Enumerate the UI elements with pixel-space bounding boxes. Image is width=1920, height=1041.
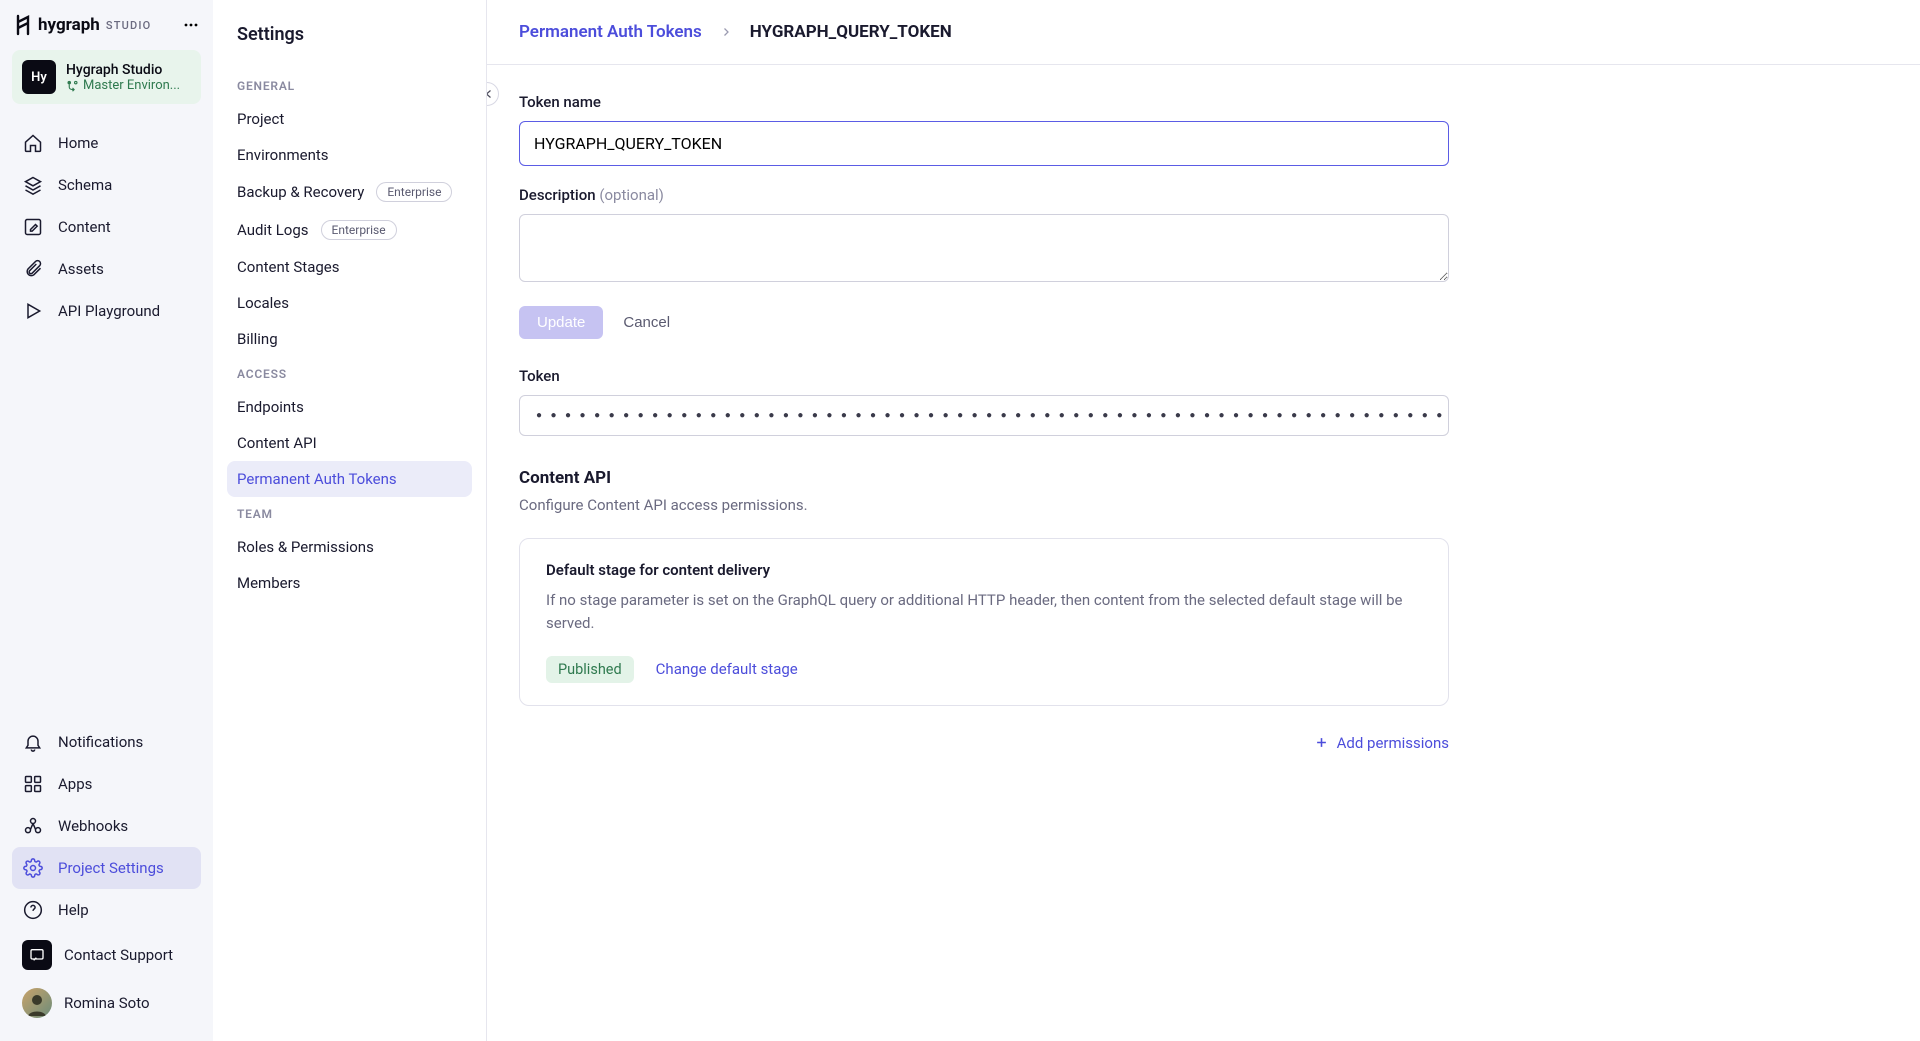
primary-nav: Home Schema Content Assets API Playgroun… (0, 122, 213, 332)
webhook-icon (22, 816, 44, 836)
description-label: Description (optional) (519, 186, 1888, 204)
token-label: Token (519, 367, 1888, 385)
enterprise-pill: Enterprise (376, 182, 452, 202)
setting-content-stages[interactable]: Content Stages (227, 249, 472, 285)
cancel-button[interactable]: Cancel (623, 306, 670, 339)
user-menu[interactable]: Romina Soto (12, 979, 201, 1027)
breadcrumb-parent[interactable]: Permanent Auth Tokens (519, 22, 702, 42)
logo[interactable]: hygraph STUDIO (14, 14, 151, 36)
nav-label: Content (58, 218, 111, 236)
project-name: Hygraph Studio (66, 62, 191, 78)
bell-icon (22, 732, 44, 752)
breadcrumb-current: HYGRAPH_QUERY_TOKEN (750, 22, 952, 42)
chat-icon (22, 940, 52, 970)
project-selector[interactable]: Hy Hygraph Studio Master Environ... (12, 50, 201, 104)
dots-horizontal-icon (183, 17, 199, 33)
project-environment: Master Environ... (66, 78, 191, 93)
setting-environments[interactable]: Environments (227, 137, 472, 173)
nav-label: Notifications (58, 733, 143, 751)
nav-home[interactable]: Home (12, 122, 201, 164)
nav-label: Apps (58, 775, 92, 793)
group-access-label: ACCESS (227, 357, 472, 389)
card-title: Default stage for content delivery (546, 561, 1422, 579)
nav-help[interactable]: Help (12, 889, 201, 931)
setting-billing[interactable]: Billing (227, 321, 472, 357)
token-value[interactable]: ● ● ● ● ● ● ● ● ● ● ● ● ● ● ● ● ● ● ● ● … (519, 395, 1449, 436)
nav-label: Webhooks (58, 817, 128, 835)
secondary-nav: Notifications Apps Webhooks Project Sett… (0, 721, 213, 1027)
paperclip-icon (22, 259, 44, 279)
help-circle-icon (22, 900, 44, 920)
description-input[interactable] (519, 214, 1449, 282)
nav-notifications[interactable]: Notifications (12, 721, 201, 763)
setting-audit-logs[interactable]: Audit LogsEnterprise (227, 211, 472, 249)
settings-title: Settings (227, 20, 472, 69)
main-content: Permanent Auth Tokens HYGRAPH_QUERY_TOKE… (487, 0, 1920, 1041)
user-name: Romina Soto (64, 994, 150, 1012)
gear-icon (22, 858, 44, 878)
settings-sidebar: Settings GENERAL Project Environments Ba… (213, 0, 487, 1041)
edit-icon (22, 217, 44, 237)
nav-apps[interactable]: Apps (12, 763, 201, 805)
chevron-right-icon (720, 26, 732, 38)
project-avatar: Hy (22, 60, 56, 94)
more-menu-button[interactable] (183, 17, 199, 33)
setting-permanent-auth-tokens[interactable]: Permanent Auth Tokens (227, 461, 472, 497)
home-icon (22, 133, 44, 153)
enterprise-pill: Enterprise (321, 220, 397, 240)
layers-icon (22, 175, 44, 195)
setting-project[interactable]: Project (227, 101, 472, 137)
stage-badge: Published (546, 656, 634, 683)
content-api-desc: Configure Content API access permissions… (519, 496, 1888, 514)
token-name-label: Token name (519, 93, 1888, 111)
setting-locales[interactable]: Locales (227, 285, 472, 321)
branch-icon (66, 79, 79, 92)
nav-label: Assets (58, 260, 104, 278)
nav-api-playground[interactable]: API Playground (12, 290, 201, 332)
change-default-stage-link[interactable]: Change default stage (656, 660, 798, 678)
user-avatar (22, 988, 52, 1018)
nav-assets[interactable]: Assets (12, 248, 201, 290)
plus-icon (1314, 735, 1329, 750)
breadcrumb: Permanent Auth Tokens HYGRAPH_QUERY_TOKE… (487, 0, 1920, 65)
group-general-label: GENERAL (227, 69, 472, 101)
setting-endpoints[interactable]: Endpoints (227, 389, 472, 425)
nav-contact-support[interactable]: Contact Support (12, 931, 201, 979)
grid-icon (22, 774, 44, 794)
nav-project-settings[interactable]: Project Settings (12, 847, 201, 889)
nav-label: Schema (58, 176, 112, 194)
setting-roles-permissions[interactable]: Roles & Permissions (227, 529, 472, 565)
update-button[interactable]: Update (519, 306, 603, 339)
setting-content-api[interactable]: Content API (227, 425, 472, 461)
hygraph-logo-icon (14, 14, 32, 36)
nav-label: Contact Support (64, 946, 173, 964)
nav-label: Home (58, 134, 98, 152)
card-desc: If no stage parameter is set on the Grap… (546, 589, 1422, 636)
nav-content[interactable]: Content (12, 206, 201, 248)
group-team-label: TEAM (227, 497, 472, 529)
default-stage-card: Default stage for content delivery If no… (519, 538, 1449, 706)
content-api-title: Content API (519, 468, 1888, 488)
nav-label: API Playground (58, 302, 160, 320)
nav-label: Project Settings (58, 859, 164, 877)
nav-label: Help (58, 901, 89, 919)
main-sidebar: hygraph STUDIO Hy Hygraph Studio Master … (0, 0, 213, 1041)
setting-members[interactable]: Members (227, 565, 472, 601)
nav-schema[interactable]: Schema (12, 164, 201, 206)
token-name-input[interactable] (519, 121, 1449, 166)
add-permissions-button[interactable]: Add permissions (1314, 734, 1449, 752)
play-icon (22, 301, 44, 321)
nav-webhooks[interactable]: Webhooks (12, 805, 201, 847)
setting-backup-recovery[interactable]: Backup & RecoveryEnterprise (227, 173, 472, 211)
collapse-left-icon (487, 88, 493, 100)
